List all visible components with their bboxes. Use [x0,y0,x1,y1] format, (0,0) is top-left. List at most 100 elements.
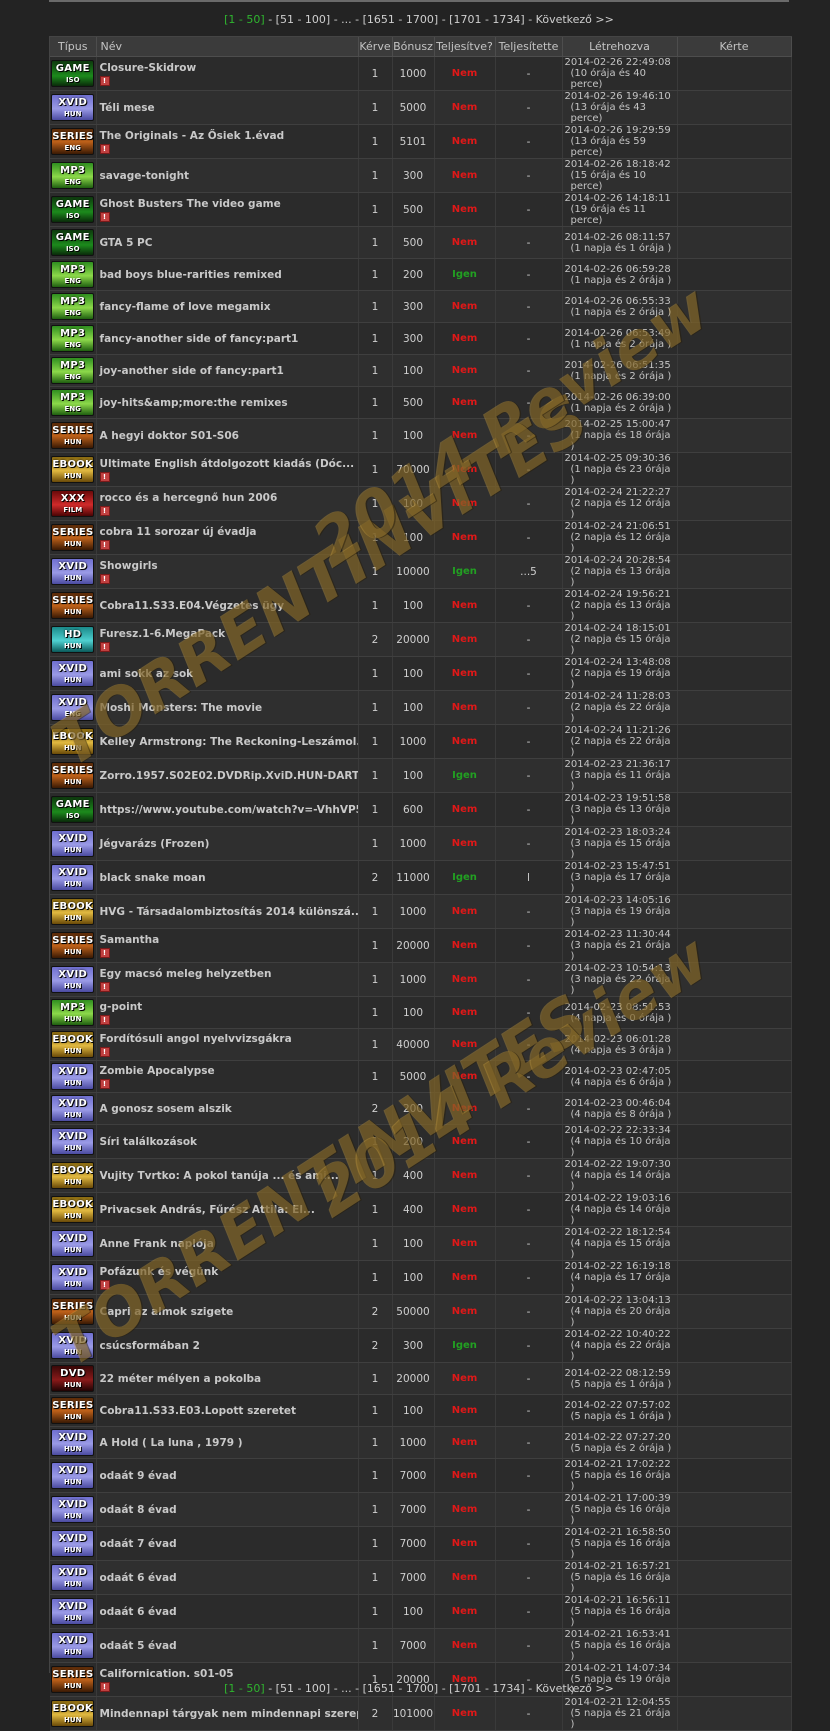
category-series-icon[interactable]: SERIES HUN [51,592,95,619]
request-name-link[interactable]: Samantha [100,934,358,946]
fulfilled-by[interactable]: - [495,1092,563,1125]
category-series-icon[interactable]: SERIES HUN [51,1397,95,1424]
requester-cell[interactable] [677,192,792,227]
request-name-link[interactable]: 22 méter mélyen a pokolba [100,1373,358,1385]
category-xvid-icon[interactable]: XVID HUN [51,966,95,993]
fulfilled-by[interactable]: - [495,1394,563,1427]
request-name-link[interactable]: Cobra11.S33.E04.Végzetes ügy [100,600,358,612]
page-link-2[interactable]: [51 - 100] [276,1682,331,1695]
fulfilled-by[interactable]: - [495,418,563,453]
fulfilled-by[interactable]: - [495,290,563,323]
category-mp3-icon[interactable]: MP3 ENG [51,261,95,288]
fulfilled-by[interactable]: - [495,486,563,521]
page-link-1701[interactable]: [1701 - 1734] [449,1682,525,1695]
fulfilled-by[interactable]: - [495,56,563,91]
fulfilled-by[interactable]: - [495,124,563,159]
fulfilled-by[interactable]: - [495,996,563,1029]
requester-cell[interactable] [677,452,792,487]
request-name-link[interactable]: Zorro.1957.S02E02.DVDRip.XviD.HUN-DART [100,770,358,782]
request-name-link[interactable]: fancy-another side of fancy:part1 [100,333,358,345]
fulfilled-by[interactable]: - [495,386,563,419]
request-name-link[interactable]: Téli mese [100,102,358,114]
fulfilled-by[interactable]: - [495,758,563,793]
requester-cell[interactable] [677,1560,792,1595]
fulfilled-by[interactable]: - [495,226,563,259]
request-name-link[interactable]: joy-another side of fancy:part1 [100,365,358,377]
category-xvid-icon[interactable]: XVID HUN [51,1530,95,1557]
request-name-link[interactable]: https://www.youtube.com/watch?v=-VhhVP5q… [100,804,358,816]
request-name-link[interactable]: odaát 7 évad [100,1538,358,1550]
col-header-created[interactable]: Létrehozva [562,37,678,57]
request-name-link[interactable]: rocco és a hercegnő hun 2006 [100,492,358,504]
category-series-icon[interactable]: SERIES HUN [51,932,95,959]
fulfilled-by[interactable]: - [495,520,563,555]
fulfilled-by[interactable]: - [495,962,563,997]
requester-cell[interactable] [677,226,792,259]
category-mp3-icon[interactable]: MP3 ENG [51,325,95,352]
fulfilled-by[interactable]: - [495,588,563,623]
requester-cell[interactable] [677,158,792,193]
category-ebook-icon[interactable]: EBOOK HUN [51,1700,95,1727]
requester-cell[interactable] [677,1696,792,1731]
request-name-link[interactable]: odaát 9 évad [100,1470,358,1482]
requester-cell[interactable] [677,894,792,929]
category-game-icon[interactable]: GAME ISO [51,229,95,256]
request-name-link[interactable]: Capri az almok szigete [100,1306,358,1318]
category-series-icon[interactable]: SERIES ENG [51,128,95,155]
requester-cell[interactable] [677,90,792,125]
category-xvid-icon[interactable]: XVID HUN [51,1429,95,1456]
fulfilled-by[interactable]: - [495,1060,563,1093]
fulfilled-by[interactable]: - [495,656,563,691]
requester-cell[interactable] [677,354,792,387]
requester-cell[interactable] [677,1458,792,1493]
category-xvid-icon[interactable]: XVID HUN [51,830,95,857]
fulfilled-by[interactable]: - [495,894,563,929]
fulfilled-by[interactable]: - [495,258,563,291]
requester-cell[interactable] [677,418,792,453]
requester-cell[interactable] [677,124,792,159]
category-series-icon[interactable]: SERIES HUN [51,422,95,449]
request-name-link[interactable]: odaát 6 évad [100,1572,358,1584]
category-xvid-icon[interactable]: XVID HUN [51,1496,95,1523]
category-mp3-icon[interactable]: MP3 ENG [51,389,95,416]
col-header-fulfilled[interactable]: Teljesítve? [434,37,496,57]
fulfilled-by[interactable]: - [495,192,563,227]
category-ebook-icon[interactable]: EBOOK HUN [51,728,95,755]
category-xxx-icon[interactable]: XXX FILM [51,490,95,517]
request-name-link[interactable]: Pofázunk és végünk [100,1266,358,1278]
category-mp3-icon[interactable]: MP3 ENG [51,357,95,384]
request-name-link[interactable]: Furesz.1-6.MegaPack [100,628,358,640]
fulfilled-by[interactable]: - [495,1226,563,1261]
requester-cell[interactable] [677,758,792,793]
requester-cell[interactable] [677,792,792,827]
category-ebook-icon[interactable]: EBOOK HUN [51,1162,95,1189]
requester-cell[interactable] [677,1158,792,1193]
requester-cell[interactable] [677,1124,792,1159]
fulfilled-by[interactable]: - [495,1458,563,1493]
fulfilled-by[interactable]: - [495,1594,563,1629]
page-next[interactable]: Következő >> [536,13,614,26]
request-name-link[interactable]: odaát 8 évad [100,1504,358,1516]
requester-cell[interactable] [677,1628,792,1663]
fulfilled-by[interactable]: - [495,90,563,125]
request-name-link[interactable]: A gonosz sosem alszik [100,1103,358,1115]
fulfilled-by[interactable]: - [495,1158,563,1193]
fulfilled-by[interactable]: - [495,1362,563,1395]
category-xvid-icon[interactable]: XVID HUN [51,1128,95,1155]
category-xvid-icon[interactable]: XVID ENG [51,694,95,721]
requester-cell[interactable] [677,386,792,419]
category-xvid-icon[interactable]: XVID HUN [51,1063,95,1090]
page-link-2[interactable]: [51 - 100] [276,13,331,26]
request-name-link[interactable]: Mindennapi tárgyak nem mindennapi szerep… [100,1708,358,1720]
page-current[interactable]: [1 - 50] [224,13,265,26]
fulfilled-by[interactable]: - [495,1028,563,1061]
category-xvid-icon[interactable]: XVID HUN [51,1230,95,1257]
request-name-link[interactable]: fancy-flame of love megamix [100,301,358,313]
category-mp3-icon[interactable]: MP3 ENG [51,162,95,189]
requester-cell[interactable] [677,290,792,323]
col-header-requests[interactable]: Kérve [358,37,393,57]
request-name-link[interactable]: Ghost Busters The video game [100,198,358,210]
requester-cell[interactable] [677,258,792,291]
category-mp3-icon[interactable]: MP3 HUN [51,999,95,1026]
requester-cell[interactable] [677,486,792,521]
